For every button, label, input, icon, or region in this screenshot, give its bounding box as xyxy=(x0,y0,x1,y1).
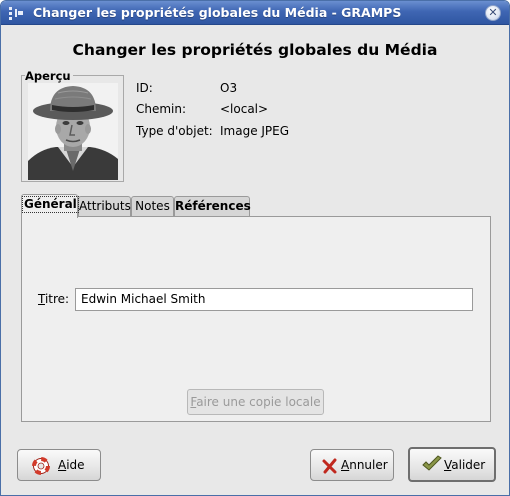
title-field-label: Titre: xyxy=(38,292,69,306)
tab-references-label: Références xyxy=(175,199,251,213)
cancel-button-label: Annuler xyxy=(341,450,388,480)
type-label: Type d'objet: xyxy=(136,124,213,138)
tab-notes-label: Notes xyxy=(135,199,170,213)
make-local-copy-button[interactable]: Faire une copie locale xyxy=(187,389,324,415)
title-input[interactable]: Edwin Michael Smith xyxy=(75,288,473,311)
title-label-mnemonic: T xyxy=(38,292,45,306)
dialog-heading: Changer les propriétés globales du Média xyxy=(72,41,438,59)
path-value: <local> xyxy=(220,102,269,116)
window-menu-icon[interactable] xyxy=(9,7,23,20)
tab-general[interactable]: Général xyxy=(21,194,79,218)
title-label-rest: itre: xyxy=(44,292,70,306)
cancel-x-icon xyxy=(322,458,337,474)
tab-notes[interactable]: Notes xyxy=(131,196,174,217)
help-rest: ide xyxy=(66,458,85,472)
id-label: ID: xyxy=(136,81,153,95)
portrait-photo xyxy=(28,83,118,180)
help-button-label: Aide xyxy=(58,450,85,480)
tab-general-label: Général xyxy=(22,196,79,213)
dialog-window: Changer les propriétés globales du Média… xyxy=(0,0,510,496)
close-icon[interactable]: ✕ xyxy=(485,5,501,21)
window-title: Changer les propriétés globales du Média… xyxy=(33,5,402,20)
ok-rest: alider xyxy=(451,458,486,472)
help-lifebuoy-icon xyxy=(32,457,50,475)
id-value: O3 xyxy=(220,81,238,95)
help-mnemonic: A xyxy=(58,458,67,472)
tab-attributes-label: Attributs xyxy=(79,199,131,213)
preview-image[interactable] xyxy=(28,83,118,180)
help-button[interactable]: Aide xyxy=(17,449,101,481)
copy-button-rest: aire une copie locale xyxy=(196,395,321,409)
ok-button-label: Valider xyxy=(444,450,485,480)
ok-button[interactable]: Valider xyxy=(408,447,496,482)
title-bar[interactable]: Changer les propriétés globales du Média… xyxy=(1,1,509,25)
cancel-rest: nnuler xyxy=(349,458,388,472)
cancel-button[interactable]: Annuler xyxy=(310,449,394,481)
ok-checkmark-icon xyxy=(422,455,442,471)
path-label: Chemin: xyxy=(136,102,187,116)
cancel-mnemonic: A xyxy=(341,458,350,472)
type-value: Image JPEG xyxy=(220,124,290,138)
tab-references[interactable]: Références xyxy=(174,196,251,217)
tab-attributes[interactable]: Attributs xyxy=(78,196,131,217)
preview-label: Aperçu xyxy=(25,69,73,83)
